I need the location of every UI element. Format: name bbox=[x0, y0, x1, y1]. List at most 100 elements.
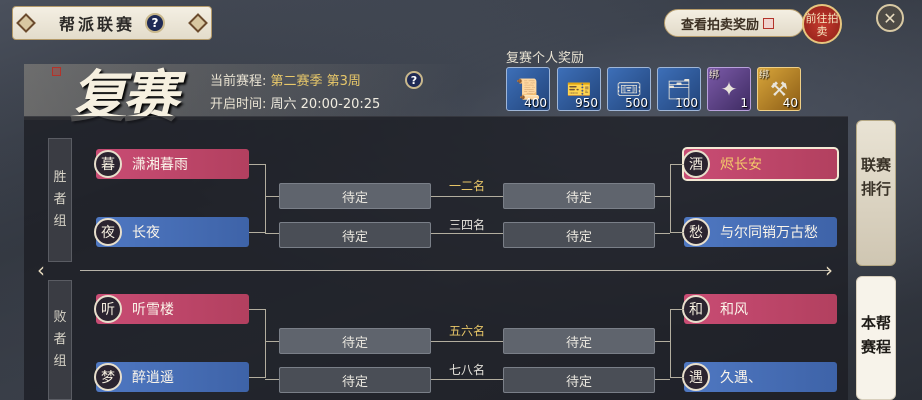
tab-guild-schedule[interactable]: 本帮赛程 bbox=[856, 276, 896, 400]
pending-slot[interactable]: 待定 bbox=[279, 367, 431, 393]
open-time-label: 开启时间: bbox=[210, 97, 267, 112]
bracket-line bbox=[265, 379, 279, 380]
team-name: 长夜 bbox=[132, 225, 160, 241]
view-auction-rewards-button[interactable]: 查看拍卖奖励 bbox=[664, 9, 804, 37]
bracket-line bbox=[265, 309, 266, 378]
pending-slot[interactable]: 待定 bbox=[503, 367, 655, 393]
team-name: 听雪楼 bbox=[132, 302, 174, 318]
reward-item[interactable]: 📜 400 bbox=[506, 67, 550, 111]
bracket-line bbox=[265, 196, 279, 197]
team-badge: 暮 bbox=[94, 150, 122, 178]
bracket-line bbox=[655, 379, 670, 380]
bracket-line bbox=[265, 164, 266, 233]
winners-group-label: 胜者组 bbox=[48, 138, 72, 262]
goto-auction-button[interactable]: 前往拍卖 bbox=[802, 4, 842, 44]
title-plate: 帮派联赛 ? bbox=[12, 6, 212, 40]
bracket-line bbox=[655, 196, 670, 197]
bracket-line bbox=[670, 232, 684, 233]
team-badge: 酒 bbox=[682, 150, 710, 178]
bracket-line bbox=[670, 164, 671, 233]
pending-slot[interactable]: 待定 bbox=[279, 183, 431, 209]
losers-group-label: 败者组 bbox=[48, 280, 72, 400]
team-badge: 梦 bbox=[94, 363, 122, 391]
reward-quantity: 1 bbox=[740, 96, 748, 110]
view-auction-rewards-label: 查看拍卖奖励 bbox=[681, 17, 760, 33]
schedule-label: 当前赛程: bbox=[210, 74, 267, 89]
bracket-line bbox=[249, 377, 265, 378]
team-badge: 夜 bbox=[94, 218, 122, 246]
reward-quantity: 950 bbox=[575, 96, 598, 110]
bracket-line bbox=[670, 164, 684, 165]
team-slot-right[interactable]: 和 和风 bbox=[682, 294, 837, 324]
bracket-line bbox=[431, 233, 503, 234]
team-slot-right[interactable]: 遇 久遇、 bbox=[682, 362, 837, 392]
rank-label: 三四名 bbox=[448, 218, 485, 232]
team-slot-left[interactable]: 听 听雪楼 bbox=[94, 294, 249, 324]
chevron-left-icon[interactable]: ‹ bbox=[32, 258, 50, 282]
bracket-line bbox=[265, 341, 279, 342]
reward-quantity: 400 bbox=[524, 96, 547, 110]
bound-tag: 绑 bbox=[709, 70, 719, 81]
team-name: 潇湘暮雨 bbox=[132, 157, 188, 173]
team-badge: 遇 bbox=[682, 363, 710, 391]
help-icon[interactable]: ? bbox=[145, 13, 165, 33]
bracket-line bbox=[670, 377, 684, 378]
reward-item[interactable]: 🎫 950 bbox=[557, 67, 601, 111]
pending-slot[interactable]: 待定 bbox=[503, 222, 655, 248]
reward-item[interactable]: ⚒ 绑 40 bbox=[757, 67, 801, 111]
team-slot-left[interactable]: 梦 醉逍遥 bbox=[94, 362, 249, 392]
reward-item[interactable]: 🗂 100 bbox=[657, 67, 701, 111]
rewards-title: 复赛个人奖励 bbox=[506, 51, 585, 66]
team-slot-left[interactable]: 夜 长夜 bbox=[94, 217, 249, 247]
team-name: 久遇、 bbox=[720, 370, 762, 386]
bracket-line bbox=[431, 341, 503, 342]
diamond-ornament-icon bbox=[16, 13, 36, 33]
bracket-divider bbox=[80, 270, 830, 271]
bracket-line bbox=[431, 379, 503, 380]
rank-label: 七八名 bbox=[448, 363, 485, 377]
rank-label: 一二名 bbox=[448, 179, 485, 193]
team-slot-left[interactable]: 暮 潇湘暮雨 bbox=[94, 149, 249, 179]
help-icon[interactable]: ? bbox=[405, 71, 423, 89]
pending-slot[interactable]: 待定 bbox=[503, 328, 655, 354]
reward-quantity: 500 bbox=[625, 96, 648, 110]
page-title: 帮派联赛 bbox=[58, 15, 135, 34]
chevron-right-icon[interactable]: › bbox=[820, 258, 838, 282]
seal-icon bbox=[763, 17, 775, 29]
team-name: 与尔同销万古愁 bbox=[720, 225, 818, 241]
reward-quantity: 100 bbox=[675, 96, 698, 110]
pending-slot[interactable]: 待定 bbox=[279, 328, 431, 354]
tab-league-ranking[interactable]: 联赛排行 bbox=[856, 120, 896, 266]
team-name: 醉逍遥 bbox=[132, 370, 174, 386]
bracket-line bbox=[655, 233, 670, 234]
close-icon[interactable]: ✕ bbox=[876, 4, 904, 32]
schedule-value: 第二赛季 第3周 bbox=[270, 74, 361, 89]
bracket-line bbox=[249, 164, 265, 165]
bracket-line bbox=[249, 232, 265, 233]
bound-tag: 绑 bbox=[759, 70, 769, 81]
bracket-line bbox=[249, 309, 265, 310]
open-time-value: 周六 20:00-20:25 bbox=[270, 97, 381, 112]
reward-quantity: 40 bbox=[782, 96, 798, 110]
schedule-line: 当前赛程: 第二赛季 第3周 bbox=[210, 70, 361, 89]
team-slot-right[interactable]: 愁 与尔同销万古愁 bbox=[682, 217, 837, 247]
bracket-line bbox=[670, 309, 671, 378]
team-badge: 和 bbox=[682, 295, 710, 323]
open-time-line: 开启时间: 周六 20:00-20:25 bbox=[210, 93, 380, 112]
team-slot-right-selected[interactable]: 酒 烬长安 bbox=[682, 147, 839, 181]
bracket-line bbox=[265, 233, 279, 234]
reward-item[interactable]: ✦ 绑 1 bbox=[707, 67, 751, 111]
team-badge: 听 bbox=[94, 295, 122, 323]
pending-slot[interactable]: 待定 bbox=[279, 222, 431, 248]
diamond-ornament-icon bbox=[188, 13, 208, 33]
team-name: 烬长安 bbox=[720, 157, 762, 173]
team-badge: 愁 bbox=[682, 218, 710, 246]
rank-label: 五六名 bbox=[448, 324, 485, 338]
bracket-line bbox=[670, 309, 684, 310]
bracket-line bbox=[431, 196, 503, 197]
pending-slot[interactable]: 待定 bbox=[503, 183, 655, 209]
team-name: 和风 bbox=[720, 302, 748, 318]
bracket-line bbox=[655, 341, 670, 342]
reward-item[interactable]: 🎟 500 bbox=[607, 67, 651, 111]
seal-icon bbox=[52, 67, 61, 76]
